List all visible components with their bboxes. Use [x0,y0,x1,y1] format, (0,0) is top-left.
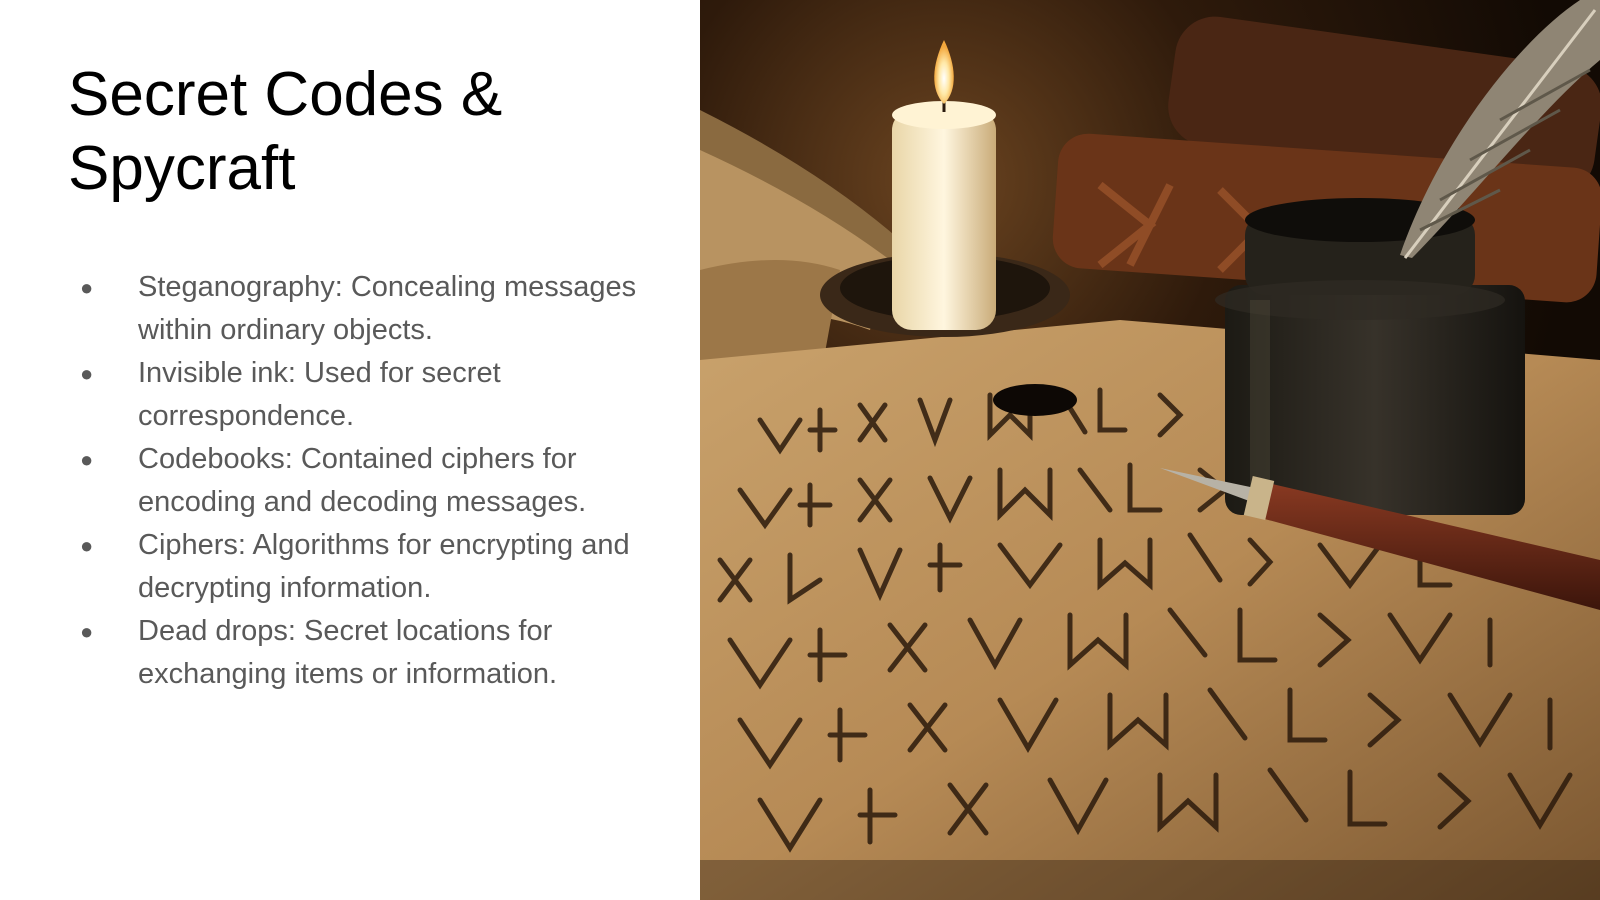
bullet-text: Steganography: Concealing messages withi… [138,271,637,346]
bullet-dot-icon: ● [80,447,94,472]
bullet-dot-icon: ● [80,361,94,386]
bullet-list: ● Steganography: Concealing messages with… [80,266,640,696]
slide: Secret Codes & Spycraft ● Steganography: … [0,0,1600,900]
bullet-item: ● Codebooks: Contained ciphers for encodi… [80,438,640,524]
bullet-dot-icon: ● [80,533,94,558]
text-panel: Secret Codes & Spycraft ● Steganography: … [0,0,700,900]
bullet-dot-icon: ● [80,619,94,644]
bullet-item: ● Dead drops: Secret locations for exchan… [80,610,640,696]
bullet-text: Codebooks: Contained ciphers for encodin… [138,443,587,518]
bullet-text: Dead drops: Secret locations for exchang… [138,615,558,690]
ink-blot [993,384,1077,416]
bullet-item: ● Invisible ink: Used for secret correspo… [80,352,640,438]
photo-illustration [700,0,1600,900]
cipher-desk-photo [700,0,1600,900]
bullet-item: ● Ciphers: Algorithms for encrypting and … [80,524,640,610]
slide-title: Secret Codes & Spycraft [68,60,503,203]
bullet-item: ● Steganography: Concealing messages with… [80,266,640,352]
bullet-text: Ciphers: Algorithms for encrypting and d… [138,529,630,604]
bullet-text: Invisible ink: Used for secret correspon… [138,357,501,432]
bullet-dot-icon: ● [80,275,94,300]
